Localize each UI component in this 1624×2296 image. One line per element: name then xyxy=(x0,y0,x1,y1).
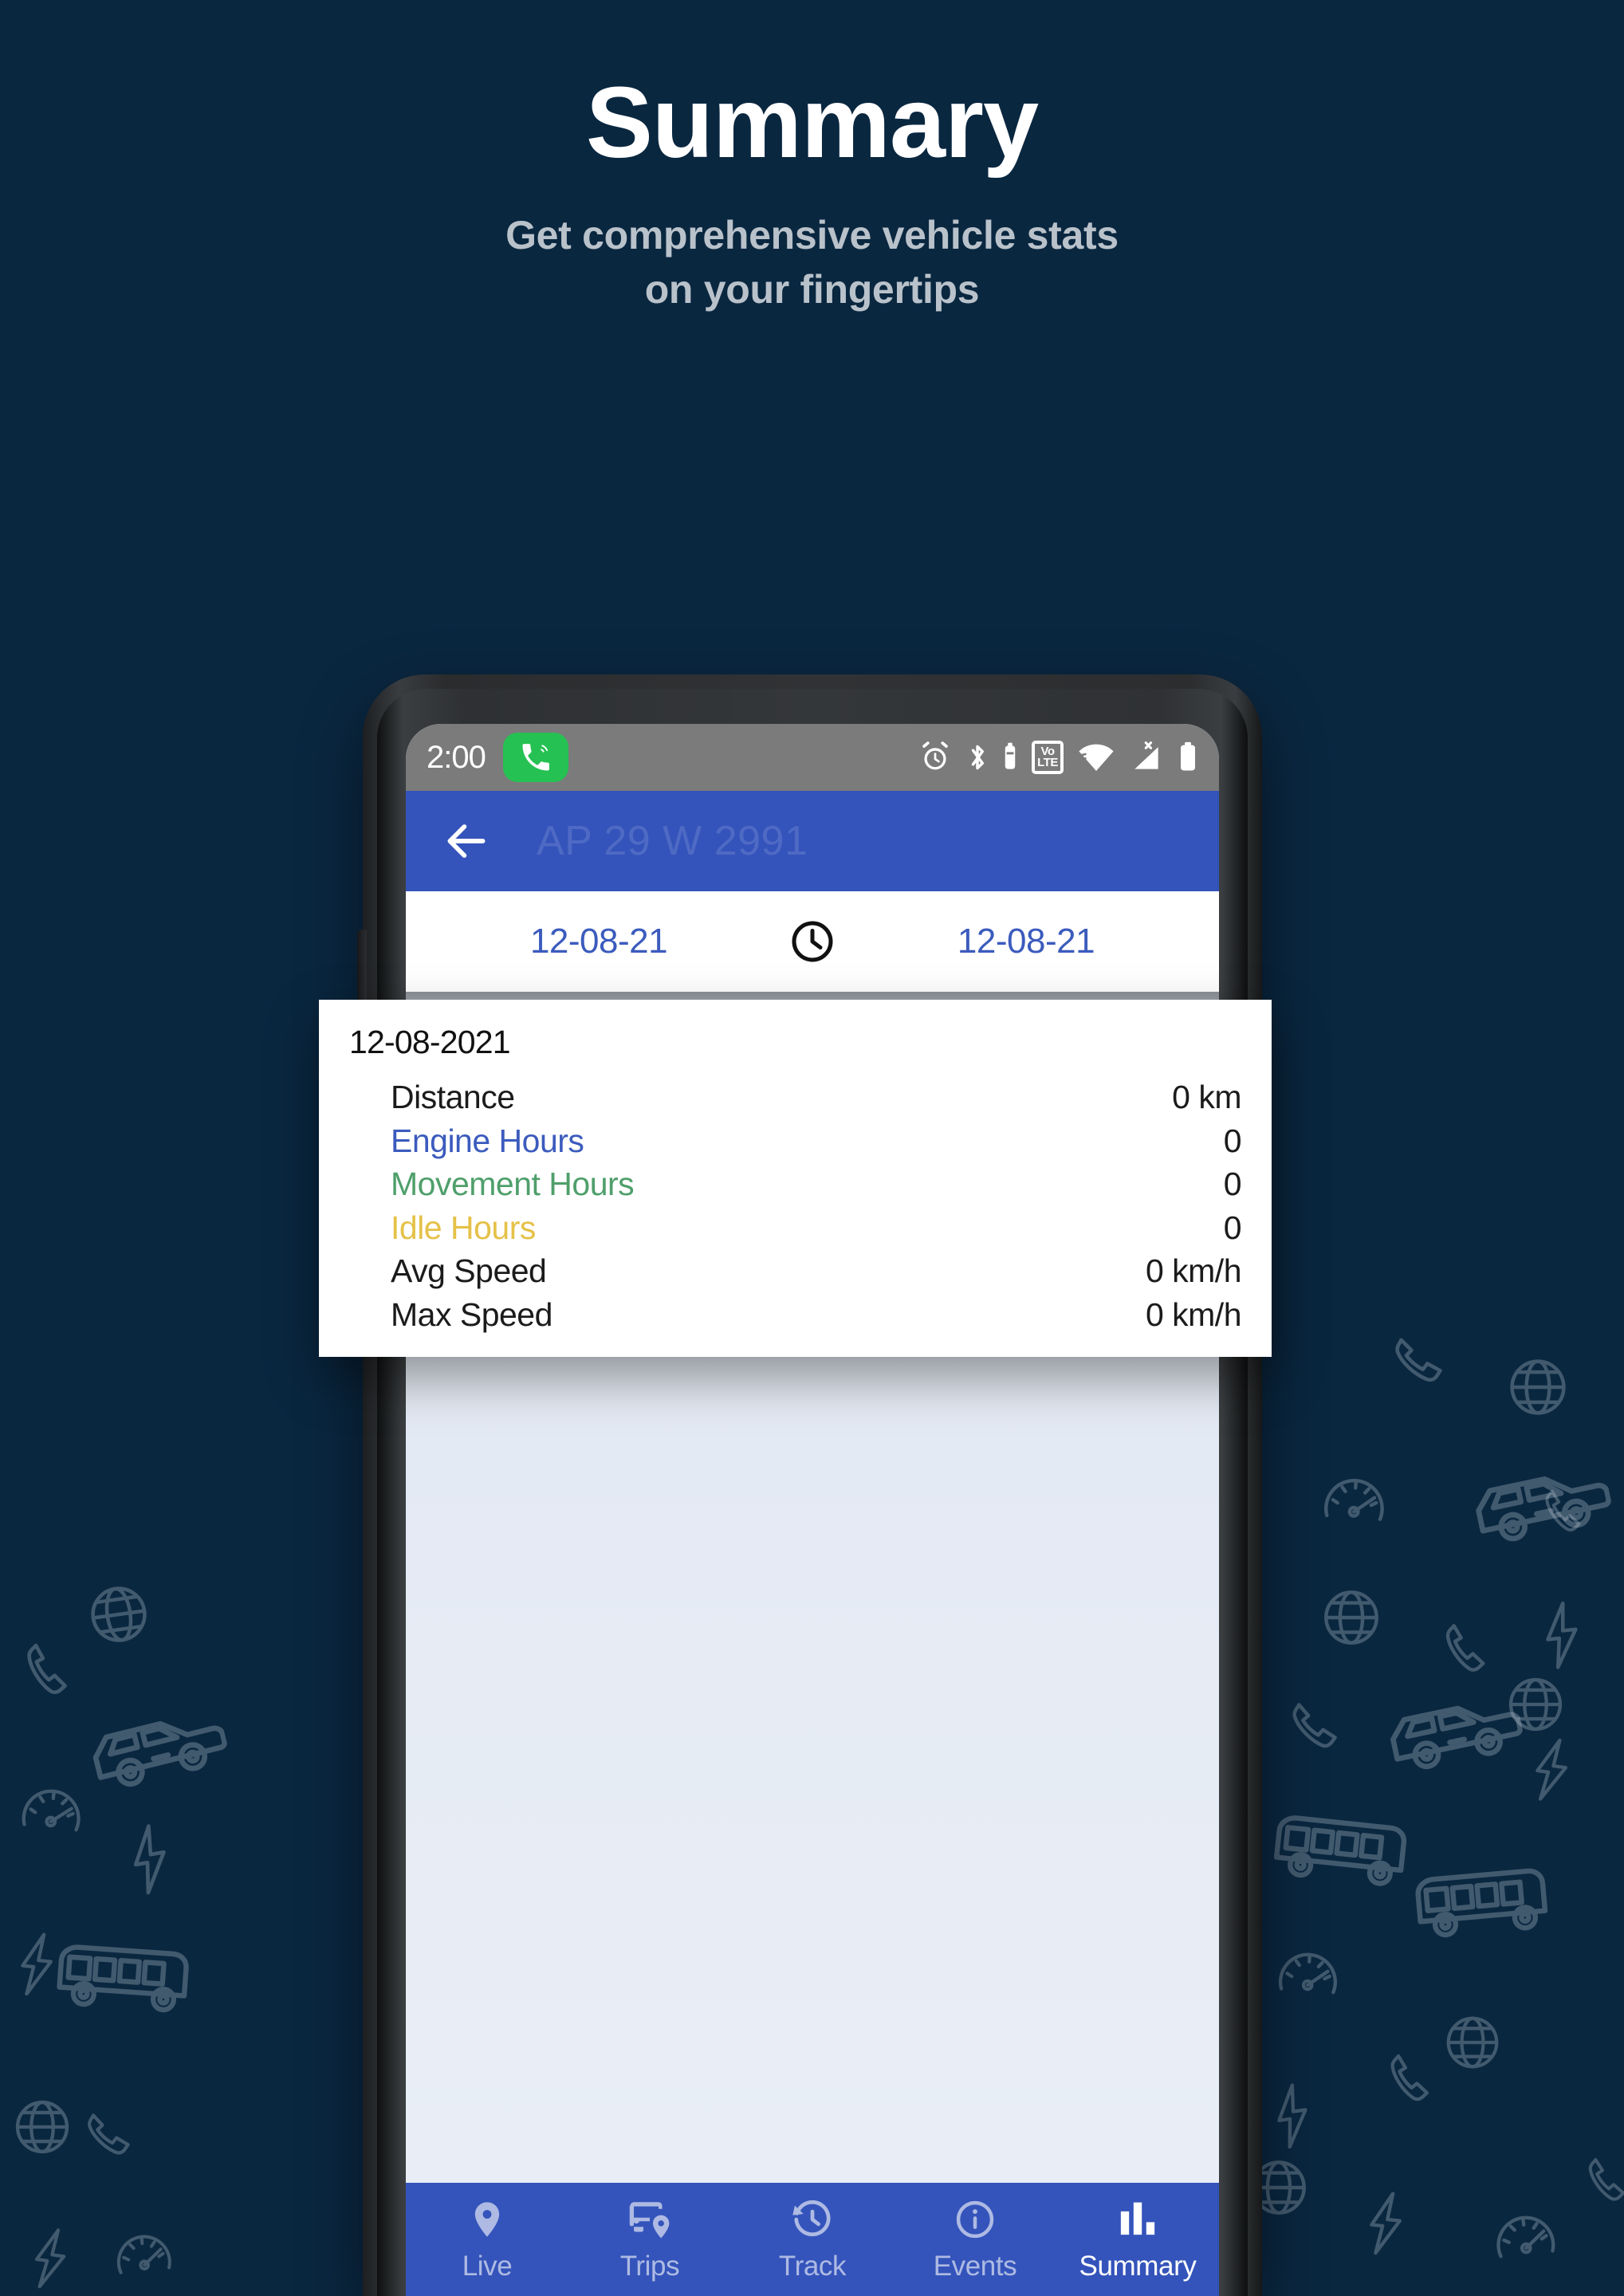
phone-inner-bezel: 2:00 Vo LTE AP 29 W 2991 12-08-21 12-08-… xyxy=(377,689,1248,2296)
nav-item-trips[interactable]: Trips xyxy=(568,2197,731,2282)
car-outline-icon xyxy=(1463,1448,1617,1555)
date-range-picker: 12-08-21 12-08-21 xyxy=(406,891,1219,992)
phone-screen: 2:00 Vo LTE AP 29 W 2991 12-08-21 12-08-… xyxy=(406,724,1219,2296)
summary-stat-row: Max Speed 0 km/h xyxy=(391,1293,1242,1337)
globe-outline-icon xyxy=(1501,1670,1570,1739)
summary-stat-value: 0 km/h xyxy=(1145,1252,1242,1290)
speedometer-outline-icon xyxy=(14,1775,90,1850)
summary-stat-value: 0 km/h xyxy=(1145,1295,1242,1333)
bus-outline-icon xyxy=(52,1936,200,2016)
back-arrow-icon[interactable] xyxy=(438,812,495,870)
bluetooth-icon xyxy=(966,740,989,775)
globe-outline-icon xyxy=(1316,1582,1386,1653)
lightning-outline-icon xyxy=(26,2222,74,2295)
nav-item-label: Trips xyxy=(619,2250,680,2282)
nav-item-label: Live xyxy=(462,2250,513,2282)
speedometer-outline-icon xyxy=(1317,1464,1392,1539)
globe-outline-icon xyxy=(8,2093,77,2161)
globe-outline-icon xyxy=(78,1574,159,1655)
nav-item-label: Events xyxy=(933,2250,1017,2282)
bar-chart-icon xyxy=(1116,2197,1159,2242)
phone-outline-icon xyxy=(1281,1692,1358,1768)
phone-outline-icon xyxy=(77,2101,150,2175)
map-pin-icon xyxy=(466,2197,508,2242)
summary-card-date: 12-08-2021 xyxy=(349,1024,511,1060)
phone-outline-icon xyxy=(10,1634,92,1716)
summary-stat-row: Engine Hours 0 xyxy=(391,1119,1242,1163)
phone-outline-icon xyxy=(1576,2150,1624,2218)
lightning-outline-icon xyxy=(1536,1596,1587,1673)
history-clock-icon xyxy=(791,2197,834,2242)
info-circle-icon xyxy=(954,2197,997,2242)
summary-stat-label: Distance xyxy=(391,1079,515,1115)
lightning-outline-icon xyxy=(1526,1732,1577,1808)
page-title: Summary xyxy=(585,66,1039,179)
status-bar-icons: Vo LTE xyxy=(918,740,1198,775)
status-bar: 2:00 Vo LTE xyxy=(406,724,1219,791)
lightning-outline-icon xyxy=(1362,2187,1410,2261)
car-outline-icon xyxy=(79,1690,234,1801)
battery-icon xyxy=(1178,740,1198,775)
phone-call-icon xyxy=(502,733,568,782)
phone-outline-icon xyxy=(1376,2046,1452,2121)
summary-stat-label: Movement Hours xyxy=(391,1166,635,1203)
nav-item-track[interactable]: Track xyxy=(731,2197,894,2282)
summary-stats-list: Distance 0 km Engine Hours 0 Movement Hours 0… xyxy=(349,1075,1242,1337)
summary-stat-row: Idle Hours 0 xyxy=(391,1206,1242,1250)
lightning-outline-icon xyxy=(1267,2078,1318,2153)
summary-stat-label: Engine Hours xyxy=(391,1122,584,1159)
phone-outline-icon xyxy=(1533,1482,1599,1548)
phone-outline-icon xyxy=(1382,1323,1465,1406)
summary-stat-label: Max Speed xyxy=(391,1295,552,1333)
clock-icon[interactable] xyxy=(788,918,836,965)
globe-outline-icon xyxy=(1502,1351,1574,1423)
nav-item-events[interactable]: Events xyxy=(894,2197,1056,2282)
summary-stat-label: Idle Hours xyxy=(391,1209,536,1246)
volte-icon: Vo LTE xyxy=(1032,741,1064,774)
start-date-button[interactable]: 12-08-21 xyxy=(530,922,668,961)
bus-location-icon xyxy=(625,2197,674,2242)
battery-small-icon xyxy=(1002,740,1018,775)
page-subtitle: Get comprehensive vehicle stats on your f… xyxy=(505,213,1119,312)
nav-item-label: Track xyxy=(778,2250,847,2282)
nav-item-label: Summary xyxy=(1079,2250,1197,2282)
lightning-outline-icon xyxy=(13,1928,61,2002)
summary-stat-value: 0 xyxy=(1223,1166,1242,1203)
bus-outline-icon xyxy=(1410,1859,1559,1941)
summary-stat-row: Avg Speed 0 km/h xyxy=(391,1249,1242,1293)
summary-stat-value: 0 xyxy=(1223,1209,1242,1246)
lightning-outline-icon xyxy=(121,1818,178,1900)
summary-stat-row: Movement Hours 0 xyxy=(391,1162,1242,1206)
globe-outline-icon xyxy=(1439,2009,1506,2076)
alarm-icon xyxy=(918,740,953,775)
summary-stat-value: 0 km xyxy=(1172,1079,1241,1115)
app-bar: AP 29 W 2991 xyxy=(406,791,1219,891)
wifi-icon xyxy=(1077,740,1115,775)
end-date-button[interactable]: 12-08-21 xyxy=(957,922,1095,961)
summary-stat-row: Distance 0 km xyxy=(391,1075,1241,1119)
summary-stat-label: Avg Speed xyxy=(391,1252,547,1290)
status-bar-time: 2:00 xyxy=(427,739,486,775)
nav-item-summary[interactable]: Summary xyxy=(1056,2197,1219,2282)
bottom-navigation-bar: Live Trips Track Events Summary xyxy=(406,2183,1219,2296)
app-bar-title: AP 29 W 2991 xyxy=(537,818,808,864)
speedometer-outline-icon xyxy=(108,2221,179,2291)
hero-text-block: Summary Get comprehensive vehicle stats o… xyxy=(0,0,1624,316)
speedometer-outline-icon xyxy=(1272,1939,1345,2012)
cellular-signal-x-icon xyxy=(1129,740,1164,775)
summary-card: 12-08-2021 Distance 0 km Engine Hours 0 Move… xyxy=(319,1000,1272,1358)
promo-screenshot: Summary Get comprehensive vehicle stats o… xyxy=(0,0,1624,2296)
phone-device-frame: 2:00 Vo LTE AP 29 W 2991 12-08-21 12-08-… xyxy=(357,674,1262,2296)
bus-outline-icon xyxy=(1268,1807,1418,1891)
summary-stat-value: 0 xyxy=(1223,1122,1242,1159)
phone-outline-icon xyxy=(1431,1615,1508,1693)
car-outline-icon xyxy=(1377,1677,1528,1783)
speedometer-outline-icon xyxy=(1488,2201,1563,2277)
nav-item-live[interactable]: Live xyxy=(406,2197,568,2282)
